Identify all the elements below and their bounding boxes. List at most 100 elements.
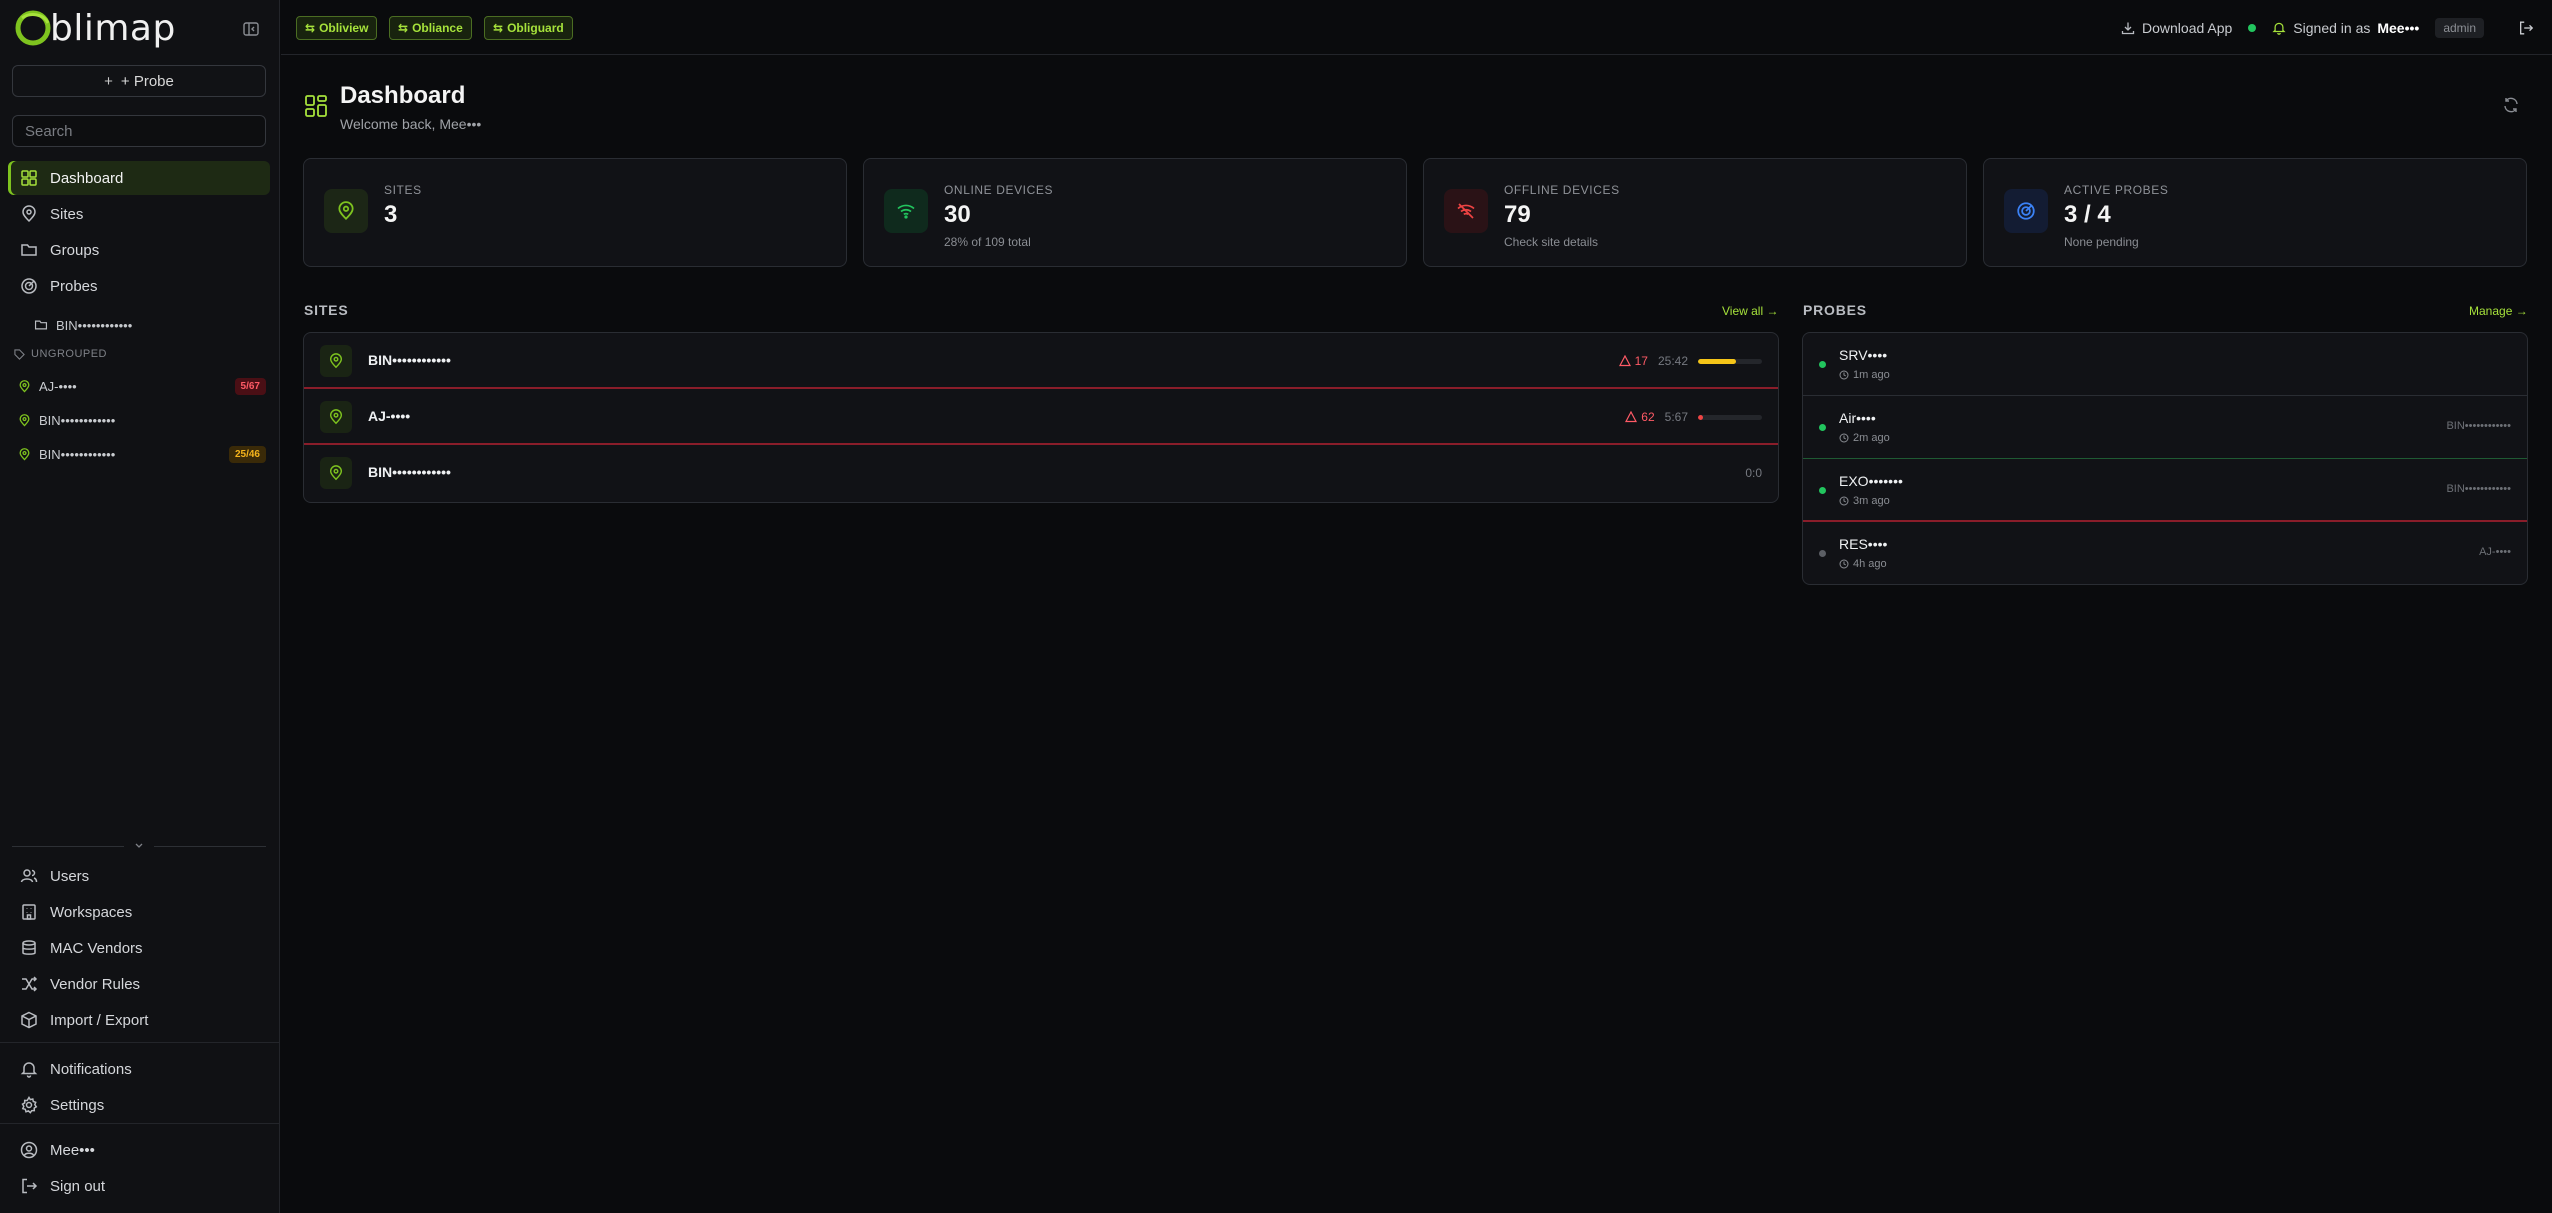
probes-list: SRV•••• 1m ago Air•••• 2m ago BIN•••••••…	[1802, 332, 2528, 585]
connection-status-dot	[2248, 24, 2257, 32]
site-row[interactable]: BIN•••••••••••• 0:0	[304, 445, 1778, 501]
map-pin-icon	[22, 205, 36, 223]
building-icon	[22, 904, 36, 920]
view-all-sites-link[interactable]: View all →	[1722, 304, 1778, 318]
tag-icon	[14, 348, 25, 360]
radar-icon	[21, 278, 37, 294]
nav-workspaces[interactable]: Workspaces	[8, 895, 270, 929]
site-icon-wrap	[320, 345, 352, 377]
nav-users[interactable]: Users	[8, 859, 270, 893]
stat-card-online-devices[interactable]: ONLINE DEVICES 30 28% of 109 total	[863, 158, 1407, 267]
divider-line	[12, 846, 124, 847]
site-row[interactable]: BIN•••••••••••• 17 25:42	[304, 333, 1778, 389]
nav-groups[interactable]: Groups	[8, 233, 270, 267]
nav-mac-vendors[interactable]: MAC Vendors	[8, 931, 270, 965]
probe-row[interactable]: RES•••• 4h ago AJ-••••	[1803, 522, 2527, 584]
stat-card-offline-devices[interactable]: OFFLINE DEVICES 79 Check site details	[1423, 158, 1967, 267]
nav-sites[interactable]: Sites	[8, 197, 270, 231]
clock-icon	[1839, 433, 1849, 443]
stat-sub: 28% of 109 total	[944, 235, 1031, 249]
stat-label: SITES	[384, 183, 422, 197]
site-name: AJ-••••	[368, 408, 411, 424]
download-app-link[interactable]: Download App	[2121, 20, 2232, 36]
site-icon-wrap	[320, 457, 352, 489]
ungrouped-site-item[interactable]: AJ-•••• 5/67	[18, 374, 266, 398]
sidebar-separator	[0, 1123, 280, 1124]
device-ratio: 0:0	[1745, 466, 1762, 480]
search-input[interactable]	[12, 115, 266, 147]
sidebar-collapse-icon[interactable]	[242, 20, 260, 38]
alert-count-value: 17	[1634, 354, 1648, 368]
refresh-icon[interactable]	[2502, 96, 2520, 114]
sidebar: blimap + + Probe Dashboard Sites Groups …	[0, 0, 280, 1213]
nav-label: Vendor Rules	[50, 975, 141, 993]
probe-row[interactable]: EXO••••••• 3m ago BIN••••••••••••	[1803, 459, 2527, 522]
site-row[interactable]: AJ-•••• 62 5:67	[304, 389, 1778, 445]
bell-icon[interactable]	[2272, 21, 2286, 35]
nav-settings[interactable]: Settings	[8, 1088, 270, 1122]
app-switch-obliview[interactable]: ⇆ Obliview	[296, 16, 378, 40]
stat-card-active-probes[interactable]: ACTIVE PROBES 3 / 4 None pending	[1983, 158, 2527, 267]
add-probe-button[interactable]: + + Probe	[12, 65, 266, 97]
logo-text: blimap	[50, 7, 176, 49]
stat-label: OFFLINE DEVICES	[1504, 183, 1620, 197]
probe-row[interactable]: SRV•••• 1m ago	[1803, 333, 2527, 396]
app-switch-obliance[interactable]: ⇆ Obliance	[389, 16, 472, 40]
nav-label: Mee•••	[50, 1141, 95, 1159]
probe-status-dot	[1819, 361, 1826, 368]
nav-notifications[interactable]: Notifications	[8, 1052, 270, 1086]
logout-icon[interactable]	[2518, 20, 2534, 36]
nav-label: Sign out	[50, 1177, 106, 1195]
role-badge: admin	[2435, 18, 2484, 38]
probe-last-seen: 3m ago	[1839, 495, 1890, 507]
users-icon	[20, 869, 38, 883]
device-ratio: 5:67	[1664, 410, 1688, 424]
nav-dashboard[interactable]: Dashboard	[8, 161, 270, 195]
nav-label: Notifications	[50, 1060, 132, 1078]
probe-name: EXO•••••••	[1839, 473, 1903, 489]
sidebar-divider	[12, 840, 266, 852]
manage-probes-link[interactable]: Manage →	[2469, 304, 2528, 318]
nav-label: MAC Vendors	[50, 939, 143, 957]
nav-label: Groups	[50, 241, 100, 259]
site-meta: 17 25:42	[1618, 353, 1762, 369]
group-item-label: BIN••••••••••••	[56, 317, 133, 333]
gear-icon	[21, 1096, 38, 1114]
nav-profile[interactable]: Mee•••	[8, 1133, 270, 1167]
nav-import-export[interactable]: Import / Export	[8, 1003, 270, 1037]
folder-icon	[34, 320, 48, 330]
chevron-down-icon[interactable]	[133, 840, 145, 852]
nav-sign-out[interactable]: Sign out	[8, 1169, 270, 1203]
group-item[interactable]: BIN••••••••••••	[34, 314, 132, 336]
ungrouped-site-item[interactable]: BIN•••••••••••• 25/46	[18, 442, 266, 466]
nav-label: Settings	[50, 1096, 105, 1114]
probe-time-value: 3m ago	[1853, 495, 1890, 507]
switch-icon: ⇆	[305, 21, 316, 35]
ungrouped-site-item[interactable]: BIN••••••••••••	[18, 408, 266, 432]
alert-count: 62	[1625, 410, 1655, 424]
site-item-label: AJ-••••	[39, 378, 77, 394]
probe-time-value: 1m ago	[1853, 369, 1890, 381]
probe-row[interactable]: Air•••• 2m ago BIN••••••••••••	[1803, 396, 2527, 459]
main-nav: Dashboard Sites Groups Probes	[8, 161, 270, 305]
download-icon	[2121, 22, 2135, 35]
nav-probes[interactable]: Probes	[8, 269, 270, 303]
app-switch-obliguard[interactable]: ⇆ Obliguard	[484, 16, 573, 40]
top-right-controls: Download App Signed in as Mee••• admin	[2121, 14, 2534, 42]
site-name: BIN••••••••••••	[368, 352, 451, 368]
online-ratio-bar-fill	[1698, 414, 1703, 420]
nav-vendor-rules[interactable]: Vendor Rules	[8, 967, 270, 1001]
sites-section-title: SITES	[304, 302, 349, 318]
site-icon-wrap	[320, 401, 352, 433]
probe-last-seen: 1m ago	[1839, 369, 1890, 381]
clock-icon	[1839, 559, 1849, 569]
logout-icon	[22, 1178, 38, 1194]
nav-label: Probes	[50, 277, 98, 295]
admin-nav: Users Workspaces MAC Vendors Vendor Rule…	[8, 859, 270, 1039]
stat-card-sites[interactable]: SITES 3	[303, 158, 847, 267]
logo[interactable]: blimap	[14, 7, 266, 49]
user-nav: Mee••• Sign out	[8, 1133, 270, 1205]
wifi-off-icon	[1457, 203, 1475, 219]
logo-row: blimap	[14, 7, 266, 49]
stat-value: 3 / 4	[2064, 201, 2111, 228]
